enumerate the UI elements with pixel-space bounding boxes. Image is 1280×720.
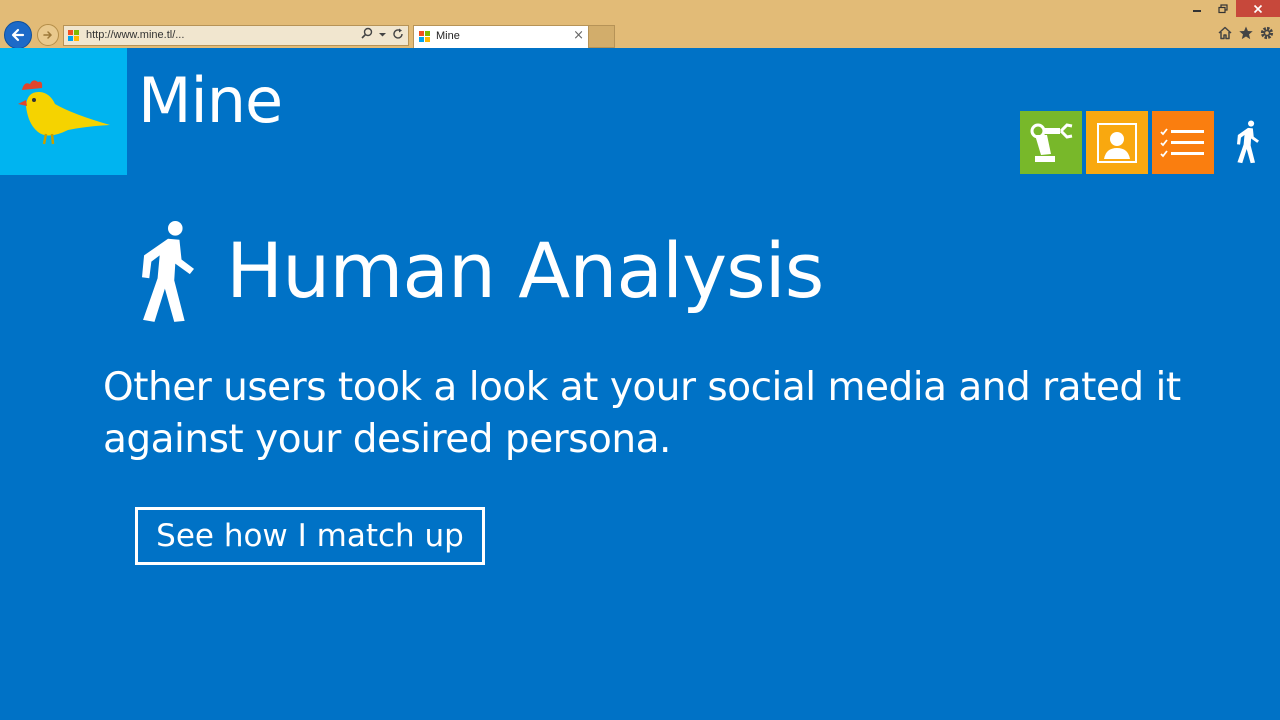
walking-person-icon <box>142 221 194 322</box>
nav-tile-profile[interactable] <box>1086 111 1148 174</box>
analysis-description: Other users took a look at your social m… <box>103 365 1181 462</box>
nav-tile-robot-analysis[interactable] <box>1020 111 1082 174</box>
profile-card-icon <box>1097 122 1137 163</box>
tab-favicon-icon <box>419 31 430 42</box>
dropdown-arrow-icon[interactable] <box>379 27 386 41</box>
close-window-button[interactable] <box>1236 0 1280 17</box>
app-title: Mine <box>138 64 283 137</box>
nav-tile-checklist[interactable] <box>1152 111 1214 174</box>
home-icon[interactable] <box>1217 25 1233 41</box>
tab-close-button[interactable]: × <box>573 28 584 43</box>
back-button[interactable] <box>4 21 32 49</box>
address-bar[interactable]: http://www.mine.tl/... <box>63 25 409 46</box>
back-arrow-icon <box>11 28 25 42</box>
restore-icon <box>1218 3 1228 13</box>
forward-arrow-icon <box>43 31 53 39</box>
checklist-icon <box>1160 127 1204 157</box>
restore-button[interactable] <box>1210 0 1236 17</box>
search-icon[interactable] <box>361 27 373 41</box>
tab-title: Mine <box>436 30 460 42</box>
see-how-i-match-up-button[interactable]: See how I match up <box>135 507 485 565</box>
settings-gear-icon[interactable] <box>1259 25 1275 41</box>
favorites-star-icon[interactable] <box>1238 25 1254 41</box>
browser-toolbar <box>1217 25 1275 41</box>
canary-bird-icon <box>18 80 110 145</box>
minimize-button[interactable] <box>1184 0 1210 17</box>
browser-chrome: http://www.mine.tl/... Mine × <box>0 0 1280 49</box>
refresh-icon[interactable] <box>392 27 404 41</box>
page-heading: Human Analysis <box>226 226 824 315</box>
site-favicon-icon <box>68 30 79 41</box>
hero-walking-person <box>135 220 201 328</box>
browser-tab[interactable]: Mine × <box>413 25 589 48</box>
app-logo-tile[interactable] <box>0 48 127 175</box>
close-icon <box>1253 4 1263 13</box>
nav-human-analysis[interactable] <box>1232 120 1264 168</box>
window-controls <box>1184 0 1280 17</box>
walking-person-icon <box>1237 120 1259 164</box>
address-url[interactable]: http://www.mine.tl/... <box>86 29 184 41</box>
minimize-icon <box>1193 9 1201 12</box>
robot-arm-icon <box>1030 122 1073 162</box>
new-tab-button[interactable] <box>589 25 615 48</box>
forward-button[interactable] <box>37 24 59 46</box>
